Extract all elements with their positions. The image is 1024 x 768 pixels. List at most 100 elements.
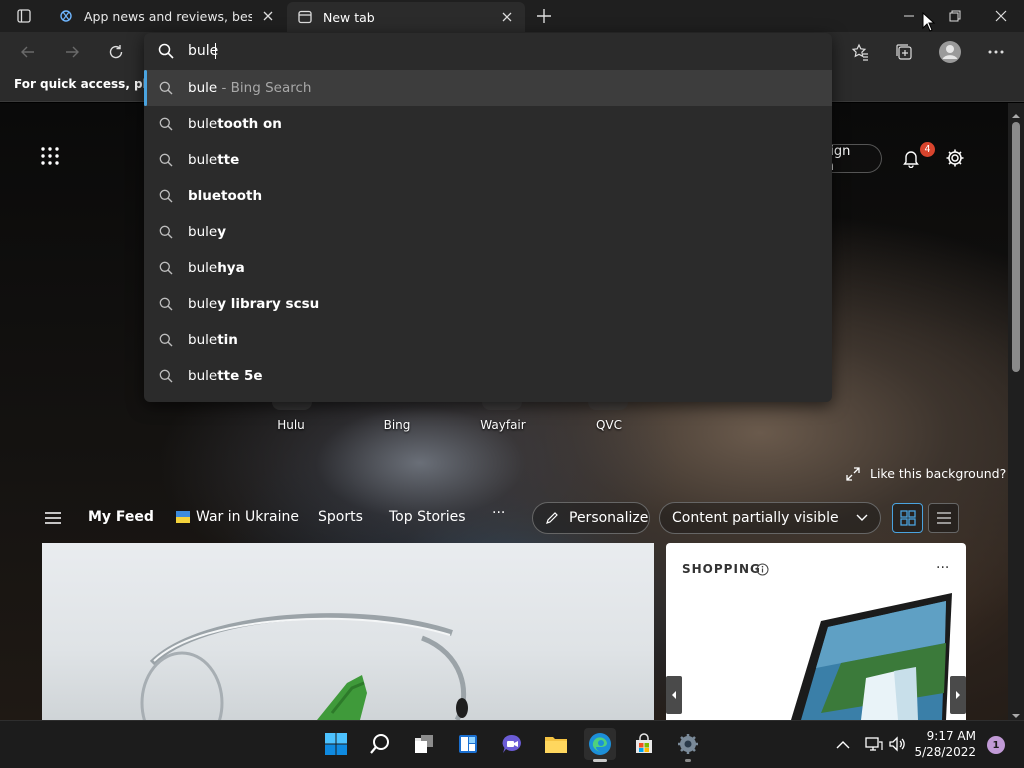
start-button[interactable] bbox=[320, 728, 352, 760]
list-icon bbox=[936, 512, 951, 524]
tab-new-tab[interactable]: New tab bbox=[287, 2, 525, 32]
feed-card-main[interactable] bbox=[42, 543, 654, 720]
feed-menu-icon[interactable] bbox=[44, 510, 64, 526]
scroll-down-icon[interactable] bbox=[1010, 706, 1022, 718]
clock-date[interactable]: 5/28/2022 bbox=[912, 745, 976, 759]
suggestion-text: buley bbox=[188, 224, 226, 240]
quick-link-wayfair[interactable]: Wayfair bbox=[463, 418, 543, 432]
back-button[interactable] bbox=[14, 40, 42, 64]
close-tab-icon[interactable] bbox=[260, 8, 276, 24]
suggestion-suffix: - Bing Search bbox=[217, 80, 312, 96]
suggestion-completion: y library scsu bbox=[217, 296, 320, 312]
suggestion-completion: tte bbox=[217, 152, 240, 168]
feed-tab-sports[interactable]: Sports bbox=[318, 509, 363, 525]
info-icon[interactable] bbox=[756, 561, 769, 576]
edge-taskbar-button[interactable] bbox=[584, 728, 616, 760]
more-horizontal-icon bbox=[988, 50, 1004, 54]
search-icon bbox=[158, 188, 174, 204]
carousel-next-button[interactable] bbox=[950, 676, 966, 714]
suggestion-item[interactable]: bulehya bbox=[144, 250, 832, 286]
suggestion-item[interactable]: bule - Bing Search bbox=[144, 70, 832, 106]
new-tab-button[interactable] bbox=[532, 4, 556, 28]
like-background-button[interactable]: Like this background? bbox=[846, 466, 1006, 481]
show-hidden-icons-chevron-up-icon[interactable] bbox=[836, 735, 854, 753]
scroll-up-icon[interactable] bbox=[1010, 106, 1022, 118]
clock-time[interactable]: 9:17 AM bbox=[924, 729, 976, 743]
task-view-button[interactable] bbox=[408, 728, 440, 760]
quick-link-hulu[interactable]: Hulu bbox=[251, 418, 331, 432]
feed-more-button[interactable]: ··· bbox=[492, 505, 505, 521]
quick-link-bing[interactable]: Bing bbox=[357, 418, 437, 432]
quick-link-qvc[interactable]: QVC bbox=[569, 418, 649, 432]
suggestion-completion: tin bbox=[217, 332, 238, 348]
close-tab-icon[interactable] bbox=[499, 9, 515, 25]
suggestion-text: buletin bbox=[188, 332, 238, 348]
file-explorer-button[interactable] bbox=[540, 728, 572, 760]
content-visibility-label: Content partially visible bbox=[672, 510, 839, 526]
suggestion-item[interactable]: buletin bbox=[144, 322, 832, 358]
suggestion-item[interactable]: bulette bbox=[144, 142, 832, 178]
chevron-left-icon bbox=[672, 691, 676, 699]
suggestion-item[interactable]: buley library scsu bbox=[144, 286, 832, 322]
suggestion-typed: bule bbox=[188, 80, 218, 96]
suggestion-typed: bule bbox=[188, 296, 218, 312]
tab-app-news[interactable]: App news and reviews, best softw bbox=[48, 0, 286, 32]
tab-title: App news and reviews, best softw bbox=[84, 8, 252, 24]
address-bar-input[interactable] bbox=[188, 40, 788, 62]
search-icon bbox=[158, 332, 174, 348]
notification-center-badge[interactable]: 1 bbox=[987, 736, 1005, 754]
suggestion-typed: bule bbox=[188, 368, 218, 384]
feed-tab-my-feed[interactable]: My Feed bbox=[88, 509, 154, 525]
search-icon bbox=[158, 224, 174, 240]
forward-button[interactable] bbox=[58, 40, 86, 64]
suggestion-item[interactable]: bulette 5e bbox=[144, 358, 832, 394]
content-visibility-dropdown[interactable]: Content partially visible bbox=[659, 502, 881, 534]
edge-logo-icon bbox=[589, 733, 611, 755]
suggestion-text: bluetooth bbox=[188, 188, 262, 204]
arrow-left-icon bbox=[21, 46, 34, 58]
tab-actions-icon[interactable] bbox=[8, 6, 40, 26]
feed-tab-war-in-ukraine[interactable]: War in Ukraine bbox=[176, 509, 299, 525]
search-icon bbox=[158, 43, 174, 59]
suggestion-item[interactable]: bluetooth bbox=[144, 178, 832, 214]
text-caret bbox=[215, 43, 216, 59]
volume-icon[interactable] bbox=[888, 734, 908, 754]
settings-taskbar-button[interactable] bbox=[672, 728, 704, 760]
restore-icon bbox=[949, 10, 961, 22]
app-launcher-icon[interactable] bbox=[40, 146, 64, 170]
widgets-button[interactable] bbox=[452, 728, 484, 760]
settings-more-button[interactable] bbox=[982, 38, 1010, 66]
store-button[interactable] bbox=[628, 728, 660, 760]
restore-button[interactable] bbox=[932, 0, 978, 32]
network-icon[interactable] bbox=[864, 734, 884, 754]
avatar-icon bbox=[939, 41, 961, 63]
taskbar-search-button[interactable] bbox=[364, 728, 396, 760]
page-settings-gear-icon[interactable] bbox=[942, 145, 968, 171]
suggestion-text: buley library scsu bbox=[188, 296, 319, 312]
refresh-button[interactable] bbox=[102, 40, 130, 64]
tab-title: New tab bbox=[323, 9, 375, 25]
grid-layout-button[interactable] bbox=[892, 503, 923, 533]
suggestion-item[interactable]: buley bbox=[144, 214, 832, 250]
settings-running-indicator bbox=[685, 759, 691, 762]
like-background-label: Like this background? bbox=[870, 466, 1007, 481]
profile-button[interactable] bbox=[936, 38, 964, 66]
suggestion-text: bule - Bing Search bbox=[188, 80, 311, 96]
search-icon bbox=[158, 152, 174, 168]
search-icon bbox=[370, 734, 389, 754]
search-icon bbox=[158, 368, 174, 384]
suggestion-text: bulette 5e bbox=[188, 368, 263, 384]
list-layout-button[interactable] bbox=[928, 503, 959, 533]
collections-button[interactable] bbox=[890, 38, 918, 66]
favorites-button[interactable] bbox=[846, 38, 874, 66]
suggestion-text: buletooth on bbox=[188, 116, 282, 132]
personalize-button[interactable]: Personalize bbox=[532, 502, 650, 534]
chat-button[interactable] bbox=[496, 728, 528, 760]
new-tab-favicon-icon bbox=[297, 9, 313, 25]
close-window-button[interactable] bbox=[978, 0, 1024, 32]
suggestion-item[interactable]: buletooth on bbox=[144, 106, 832, 142]
shopping-more-button[interactable]: ··· bbox=[936, 560, 949, 576]
feed-tab-top-stories[interactable]: Top Stories bbox=[389, 509, 466, 525]
carousel-prev-button[interactable] bbox=[666, 676, 682, 714]
scrollbar-thumb[interactable] bbox=[1012, 122, 1020, 372]
